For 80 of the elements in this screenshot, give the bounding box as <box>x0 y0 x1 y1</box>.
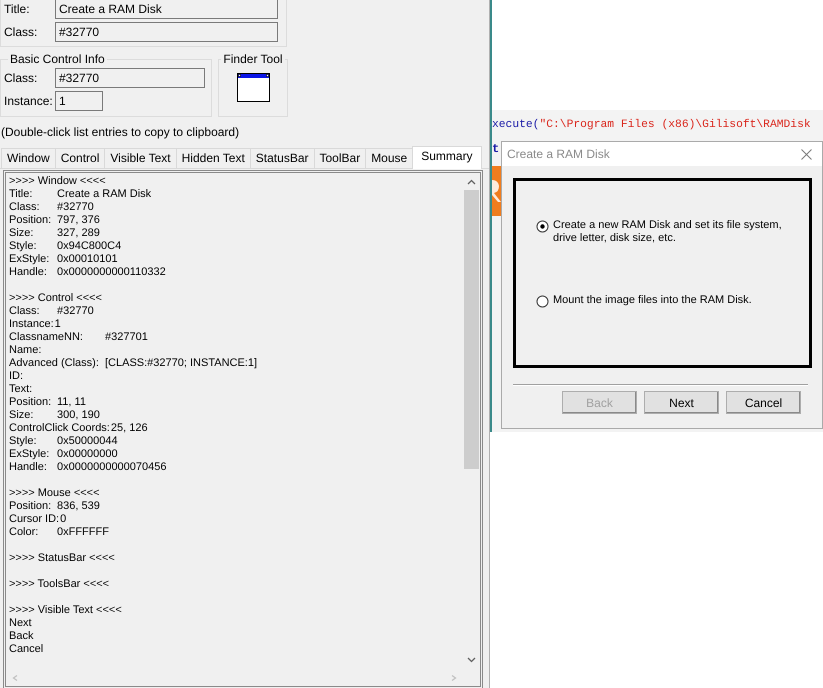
dialog-button[interactable]: Cancel <box>726 391 801 414</box>
radio-button[interactable] <box>536 220 549 233</box>
list-value: 25, 126 <box>110 422 148 435</box>
list-label: ControlClick Coords: <box>9 422 110 435</box>
section-header: >>>> Mouse <<<< <box>9 487 100 500</box>
list-label: Name: <box>9 344 42 356</box>
list-label: Position: <box>9 214 52 226</box>
tab[interactable]: Summary <box>412 146 482 169</box>
window-title: Create a RAM Disk <box>507 146 610 163</box>
group-title: Basic Control Info <box>8 52 107 66</box>
text-field[interactable]: Create a RAM Disk <box>55 0 278 19</box>
list-value: Create a RAM Disk <box>57 188 152 201</box>
list-value: 1 <box>54 318 61 331</box>
list-value: 0xFFFFFF <box>57 526 109 539</box>
hint-text: (Double-click list entries to copy to clipboard) <box>0 124 240 141</box>
list-value: 836, 539 <box>57 500 100 513</box>
list-text: Cancel <box>9 643 44 656</box>
list-text: Back <box>9 630 34 643</box>
list-label: Handle: <box>9 266 47 278</box>
list-label: Size: <box>9 227 34 239</box>
code-line: xecute("C:\Program Files (x86)\Gilisoft\RAMDisk <box>492 118 812 133</box>
field-label: Class: <box>3 70 38 87</box>
list-label: Position: <box>9 396 52 408</box>
list-label: Class: <box>9 201 40 213</box>
list-label: Handle: <box>9 461 47 473</box>
list-value: #32770 <box>57 305 94 318</box>
list-value: [CLASS:#32770; INSTANCE:1] <box>105 357 258 370</box>
list-label: Style: <box>9 240 37 252</box>
list-value: #327701 <box>105 331 148 344</box>
list-value: #32770 <box>57 201 94 214</box>
list-value: 797, 376 <box>57 214 100 227</box>
section-header: >>>> Control <<<< <box>9 292 102 305</box>
text-field[interactable]: #32770 <box>55 68 205 88</box>
option-label[interactable]: Mount the image files into the RAM Disk. <box>553 294 805 308</box>
section-header: >>>> Visible Text <<<< <box>9 604 122 617</box>
summary-list[interactable] <box>3 170 483 688</box>
list-label: Text: <box>9 383 32 395</box>
list-label: ExStyle: <box>9 448 50 460</box>
list-label: Advanced (Class): <box>9 357 99 369</box>
scroll-up-icon[interactable] <box>467 179 476 185</box>
list-label: Title: <box>9 188 32 200</box>
list-label: Color: <box>9 526 38 538</box>
field-label: Instance: <box>3 93 54 110</box>
list-label: Position: <box>9 500 52 512</box>
radio-button[interactable] <box>536 295 549 308</box>
section-header: >>>> StatusBar <<<< <box>9 552 115 565</box>
finder-tool-icon[interactable] <box>236 73 270 102</box>
list-text: Next <box>9 617 32 630</box>
list-label: Style: <box>9 435 37 447</box>
group-title: Finder Tool <box>221 52 285 66</box>
list-value: 0x0000000000070456 <box>57 461 167 474</box>
section-header: >>>> ToolsBar <<<< <box>9 578 110 591</box>
text-field[interactable]: 1 <box>55 91 103 111</box>
list-value: 0x94C800C4 <box>57 240 122 253</box>
scrollbar-thumb[interactable] <box>464 190 479 469</box>
list-label: Size: <box>9 409 34 421</box>
list-value: 0x0000000000110332 <box>57 266 166 279</box>
dialog-button[interactable]: Next <box>644 391 719 414</box>
list-value: 300, 190 <box>57 409 100 422</box>
list-label: ExStyle: <box>9 253 50 265</box>
close-icon[interactable] <box>801 148 812 160</box>
list-value: 11, 11 <box>57 396 86 409</box>
option-label[interactable]: Create a new RAM Disk and set its file system, drive letter, disk size, etc. <box>553 219 805 245</box>
field-label: Title: <box>3 1 31 18</box>
list-label: ID: <box>9 370 24 382</box>
list-label: Cursor ID: <box>9 513 60 526</box>
code-text: t <box>492 141 500 156</box>
section-header: >>>> Window <<<< <box>9 175 106 188</box>
tab[interactable]: Window <box>1 148 56 168</box>
list-value: 0x00000000 <box>57 448 118 461</box>
list-value: 0x00010101 <box>57 253 118 266</box>
list-label: Instance: <box>9 318 54 331</box>
list-value: 0 <box>60 513 66 526</box>
list-value: 0x50000044 <box>57 435 118 448</box>
scroll-down-icon[interactable] <box>467 657 476 663</box>
field-label: Class: <box>3 24 38 41</box>
list-label: Class: <box>9 305 40 317</box>
list-value: 327, 289 <box>57 227 100 240</box>
text-field[interactable]: #32770 <box>55 22 278 42</box>
list-label: ClassnameNN: <box>9 331 83 343</box>
